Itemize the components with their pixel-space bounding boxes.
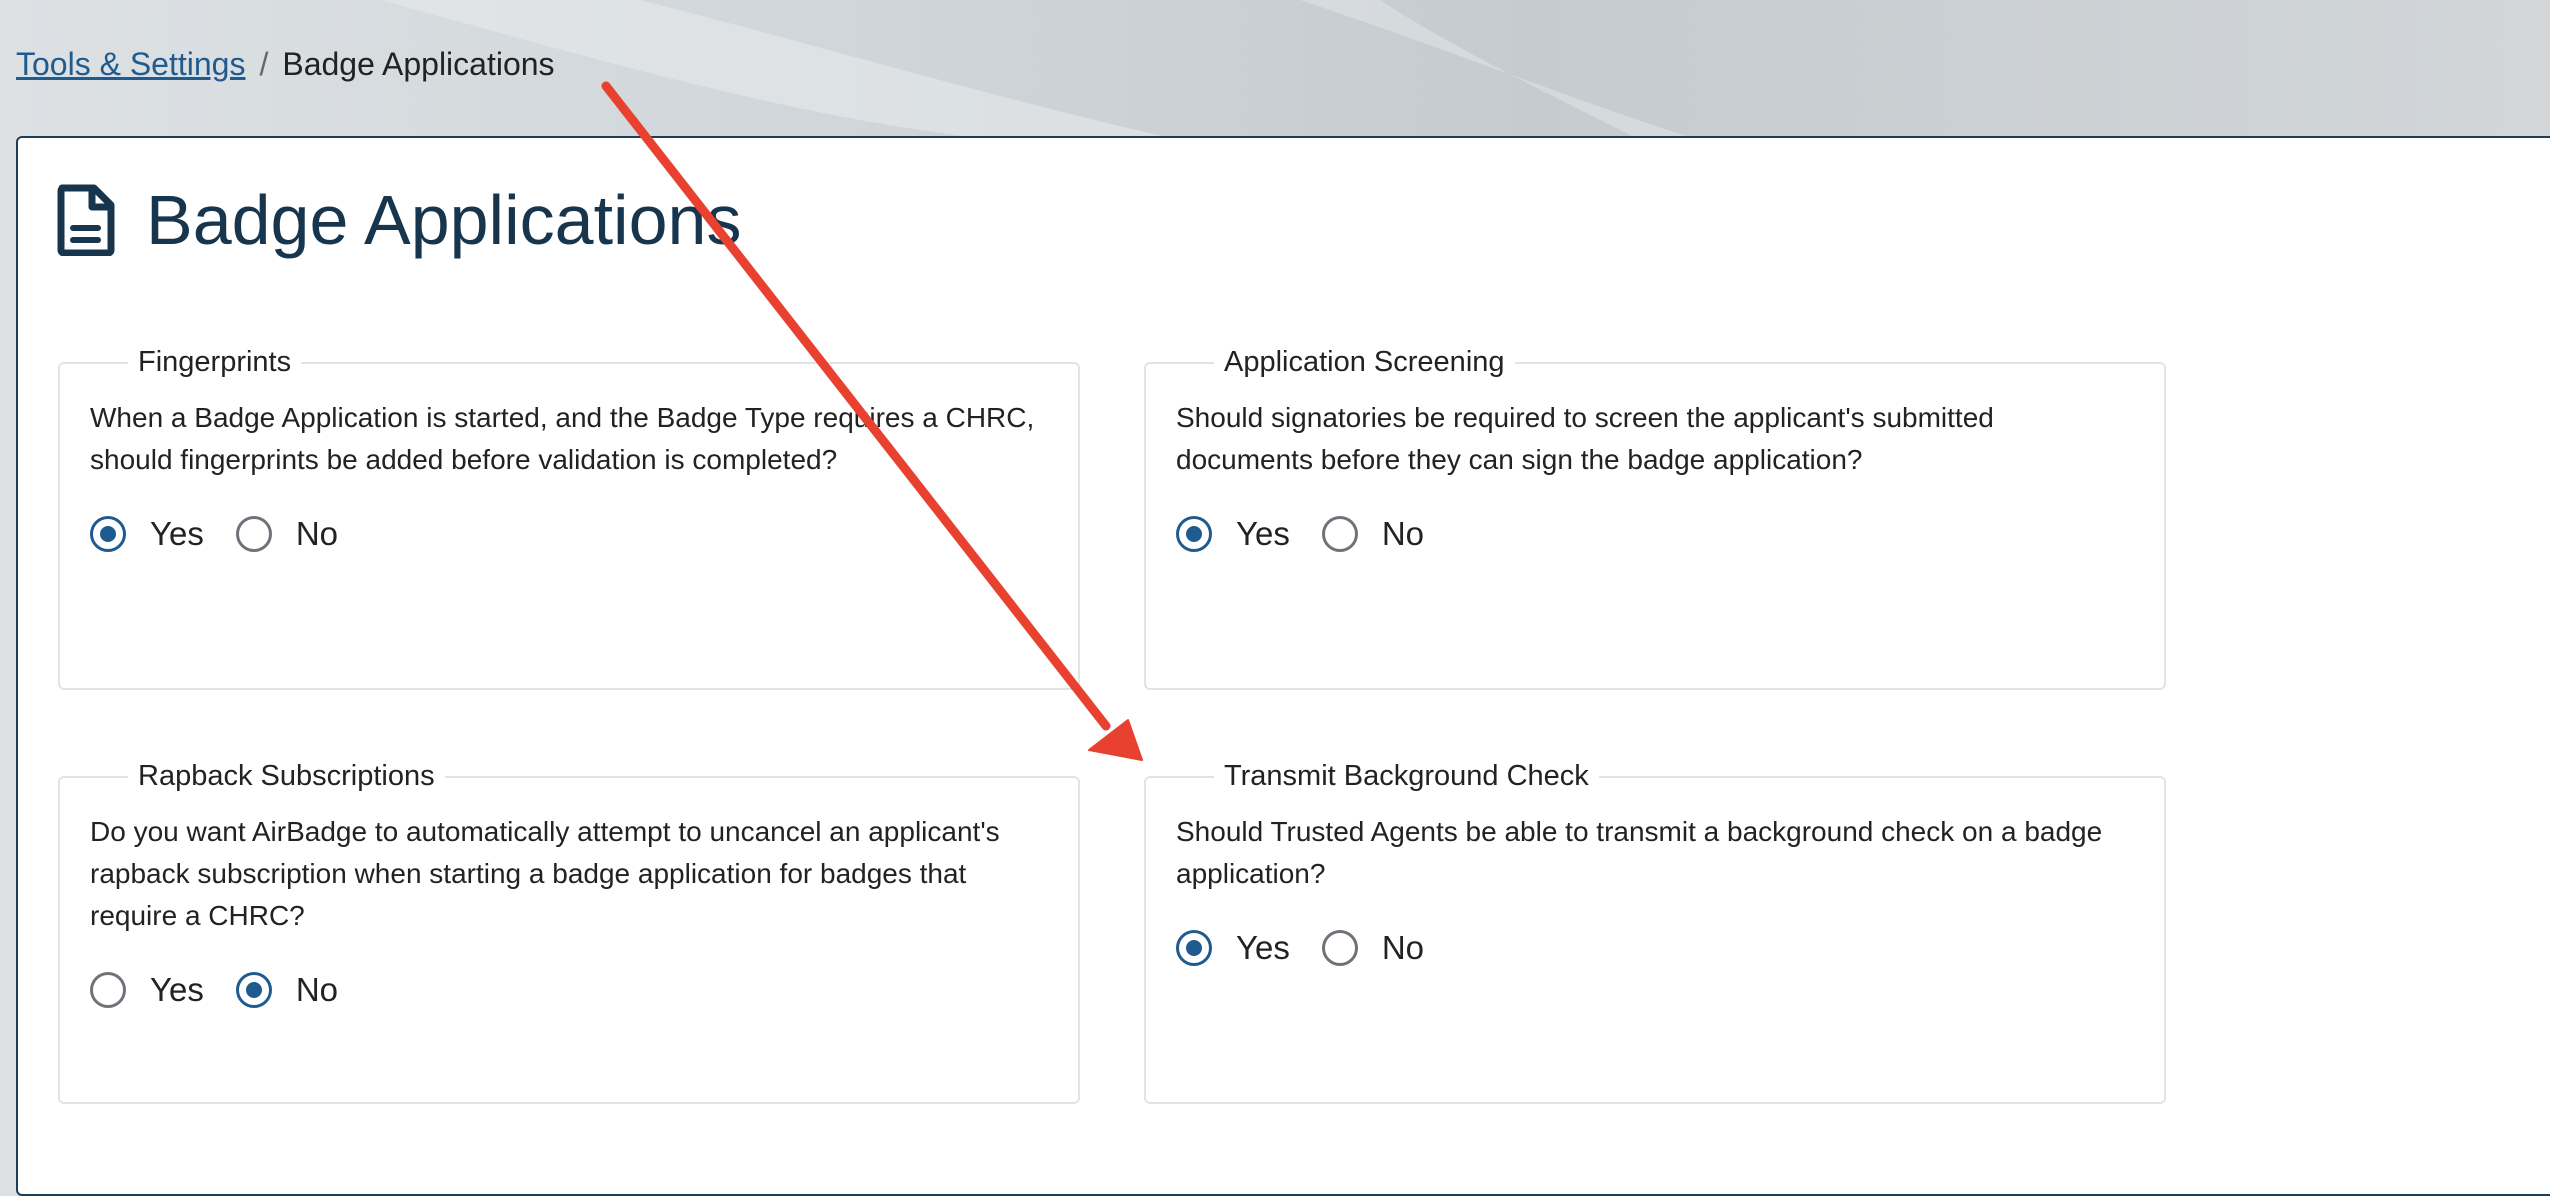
radio-button-no[interactable]: [1321, 930, 1358, 966]
radio-button-yes[interactable]: [90, 516, 126, 552]
radio-option-yes[interactable]: Yes: [1176, 929, 1290, 967]
radio-label-yes: Yes: [150, 971, 204, 1008]
radio-button-no[interactable]: [235, 972, 272, 1008]
radio-option-no[interactable]: No: [235, 971, 339, 1009]
radio-button-yes[interactable]: [1176, 516, 1212, 552]
radio-label-no: No: [1381, 929, 1425, 966]
card-legend: Transmit Background Check: [1224, 760, 1589, 792]
breadcrumb-separator: /: [259, 46, 269, 82]
card-application-screening: Application Screening Should signatories…: [1144, 346, 2166, 690]
radio-label-no: No: [295, 971, 339, 1008]
settings-panel: Badge Applications Fingerprints When a B…: [16, 136, 2550, 1196]
radio-button-yes[interactable]: [90, 972, 126, 1008]
card-legend: Fingerprints: [138, 346, 292, 378]
document-icon: [57, 184, 115, 256]
radio-button-no[interactable]: [235, 516, 272, 552]
card-question: Should signatories be required to screen…: [1176, 402, 1994, 475]
radio-label-yes: Yes: [1236, 515, 1290, 552]
card-fingerprints: Fingerprints When a Badge Application is…: [58, 346, 1080, 690]
radio-group-application-screening: Yes No: [1176, 515, 2134, 553]
radio-group-fingerprints: Yes No: [90, 515, 1048, 553]
card-rapback-subscriptions: Rapback Subscriptions Do you want AirBad…: [58, 760, 1080, 1104]
card-question: Should Trusted Agents be able to transmi…: [1176, 816, 2103, 889]
radio-group-transmit-background-check: Yes No: [1176, 929, 2134, 967]
card-legend: Application Screening: [1224, 346, 1505, 378]
card-legend: Rapback Subscriptions: [138, 760, 435, 792]
radio-button-yes[interactable]: [1176, 930, 1212, 966]
radio-option-no[interactable]: No: [1321, 929, 1425, 967]
radio-option-yes[interactable]: Yes: [1176, 515, 1290, 553]
radio-option-no[interactable]: No: [1321, 515, 1425, 553]
breadcrumb: Tools & Settings / Badge Applications: [16, 40, 555, 88]
radio-button-no[interactable]: [1321, 516, 1358, 552]
page-header: Badge Applications: [56, 180, 741, 260]
radio-group-rapback-subscriptions: Yes No: [90, 971, 1048, 1009]
radio-label-no: No: [1381, 515, 1425, 552]
page-title: Badge Applications: [146, 181, 742, 259]
card-question: When a Badge Application is started, and…: [90, 402, 1035, 475]
radio-option-yes[interactable]: Yes: [90, 515, 204, 553]
breadcrumb-current: Badge Applications: [282, 46, 555, 82]
card-question: Do you want AirBadge to automatically at…: [90, 816, 1000, 931]
breadcrumb-link-tools-settings[interactable]: Tools & Settings: [16, 46, 245, 82]
radio-label-yes: Yes: [150, 515, 204, 552]
radio-option-no[interactable]: No: [235, 515, 339, 553]
radio-label-no: No: [295, 515, 339, 552]
card-transmit-background-check: Transmit Background Check Should Trusted…: [1144, 760, 2166, 1104]
radio-label-yes: Yes: [1236, 929, 1290, 966]
radio-option-yes[interactable]: Yes: [90, 971, 204, 1009]
